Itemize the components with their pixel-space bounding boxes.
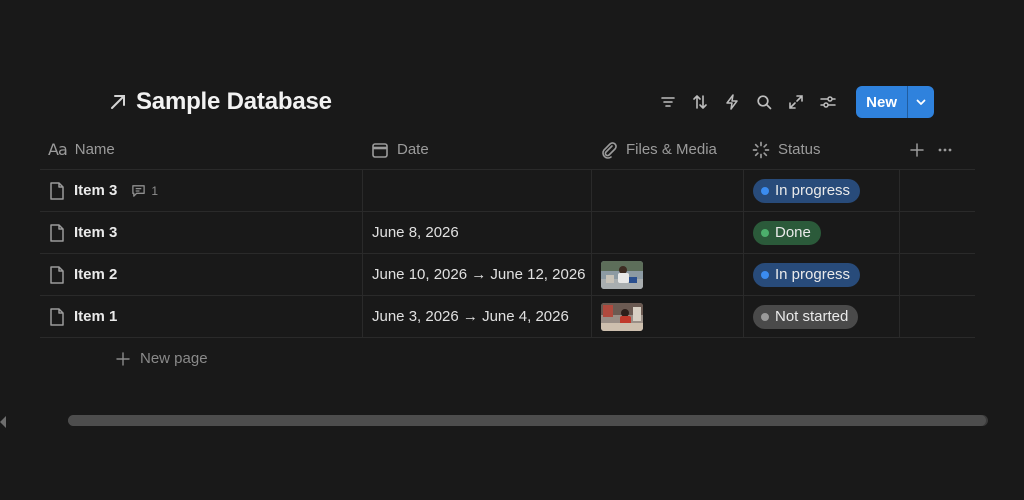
settings-icon[interactable]	[812, 86, 844, 118]
date-value: June 3, 2026 → June 4, 2026	[372, 308, 569, 325]
database-table: Aa Name Date Files & Media Status Item 3…	[40, 130, 975, 338]
item-name: Item 1	[74, 308, 118, 325]
status-label: Not started	[775, 308, 849, 325]
column-label-files: Files & Media	[626, 141, 717, 158]
table-row[interactable]: Item 2 June 10, 2026 → June 12, 2026 In …	[40, 254, 975, 296]
cell-date[interactable]: June 3, 2026 → June 4, 2026	[362, 296, 591, 337]
cell-extra	[899, 296, 975, 337]
cell-extra	[899, 254, 975, 295]
cell-status[interactable]: Done	[743, 212, 899, 253]
column-label-status: Status	[778, 141, 821, 158]
expand-icon[interactable]	[780, 86, 812, 118]
status-badge: In progress	[753, 262, 861, 287]
status-label: In progress	[775, 266, 851, 283]
cell-date[interactable]	[362, 170, 591, 211]
arrow-up-right-icon[interactable]	[108, 92, 128, 112]
column-header-status[interactable]: Status	[743, 130, 899, 169]
item-name: Item 3	[74, 182, 118, 199]
comment-icon	[132, 185, 146, 197]
status-badge: Not started	[753, 304, 859, 329]
column-header-date[interactable]: Date	[362, 130, 591, 169]
database-header: Sample Database New	[108, 84, 934, 120]
status-dot	[761, 270, 769, 279]
cell-extra	[899, 212, 975, 253]
cell-files[interactable]	[591, 254, 743, 295]
table-header-row: Aa Name Date Files & Media Status	[40, 130, 975, 170]
add-property-icon[interactable]	[909, 142, 925, 158]
status-label: Done	[775, 224, 811, 241]
search-icon[interactable]	[748, 86, 780, 118]
page-icon	[48, 307, 66, 327]
column-label-date: Date	[397, 141, 429, 158]
new-button-group: New	[856, 86, 934, 118]
image-thumbnail[interactable]	[601, 260, 643, 289]
image-thumbnail[interactable]	[601, 302, 643, 331]
date-value: June 8, 2026	[372, 224, 459, 241]
table-row[interactable]: Item 3 June 8, 2026 Done	[40, 212, 975, 254]
cell-name[interactable]: Item 3	[40, 212, 362, 253]
column-header-actions	[899, 130, 975, 169]
date-value: June 10, 2026 → June 12, 2026	[372, 266, 586, 283]
page-icon	[48, 181, 66, 201]
status-badge: Done	[753, 220, 821, 245]
toolbar: New	[652, 86, 934, 118]
horizontal-scrollbar-thumb[interactable]	[68, 415, 986, 426]
comment-count-value: 1	[151, 183, 159, 198]
cell-name[interactable]: Item 2	[40, 254, 362, 295]
cell-status[interactable]: In progress	[743, 170, 899, 211]
page-icon	[48, 265, 66, 285]
comment-count[interactable]: 1	[131, 183, 158, 198]
cell-date[interactable]: June 10, 2026 → June 12, 2026	[362, 254, 591, 295]
column-header-name[interactable]: Aa Name	[40, 130, 362, 169]
column-header-files[interactable]: Files & Media	[591, 130, 743, 169]
status-label: In progress	[775, 182, 851, 199]
cell-name[interactable]: Item 3 1	[40, 170, 362, 211]
cell-files[interactable]	[591, 296, 743, 337]
table-row[interactable]: Item 1 June 3, 2026 → June 4, 2026 Not s…	[40, 296, 975, 338]
page-icon	[48, 223, 66, 243]
new-page-label: New page	[140, 350, 208, 367]
scroll-left-arrow-icon[interactable]	[0, 415, 6, 428]
status-loader-icon	[752, 141, 770, 159]
cell-date[interactable]: June 8, 2026	[362, 212, 591, 253]
status-dot	[761, 312, 769, 321]
calendar-icon	[371, 141, 389, 159]
chevron-down-icon[interactable]	[908, 86, 934, 118]
cell-status[interactable]: Not started	[743, 296, 899, 337]
page-title[interactable]: Sample Database	[136, 88, 332, 116]
cell-name[interactable]: Item 1	[40, 296, 362, 337]
status-dot	[761, 228, 769, 237]
cell-files[interactable]	[591, 212, 743, 253]
status-dot	[761, 186, 769, 195]
text-property-icon: Aa	[48, 140, 68, 159]
sort-icon[interactable]	[684, 86, 716, 118]
cell-extra	[899, 170, 975, 211]
table-row[interactable]: Item 3 1 In progress	[40, 170, 975, 212]
cell-status[interactable]: In progress	[743, 254, 899, 295]
status-badge: In progress	[753, 178, 861, 203]
plus-icon	[116, 351, 130, 366]
more-options-icon[interactable]	[937, 142, 953, 158]
column-label-name: Name	[74, 141, 115, 158]
title-wrap: Sample Database	[108, 88, 332, 116]
paperclip-icon	[600, 141, 618, 159]
filter-icon[interactable]	[652, 86, 684, 118]
item-name: Item 3	[74, 224, 118, 241]
automation-icon[interactable]	[716, 86, 748, 118]
new-button[interactable]: New	[856, 86, 907, 118]
item-name: Item 2	[74, 266, 118, 283]
new-page-button[interactable]: New page	[116, 350, 208, 367]
cell-files[interactable]	[591, 170, 743, 211]
